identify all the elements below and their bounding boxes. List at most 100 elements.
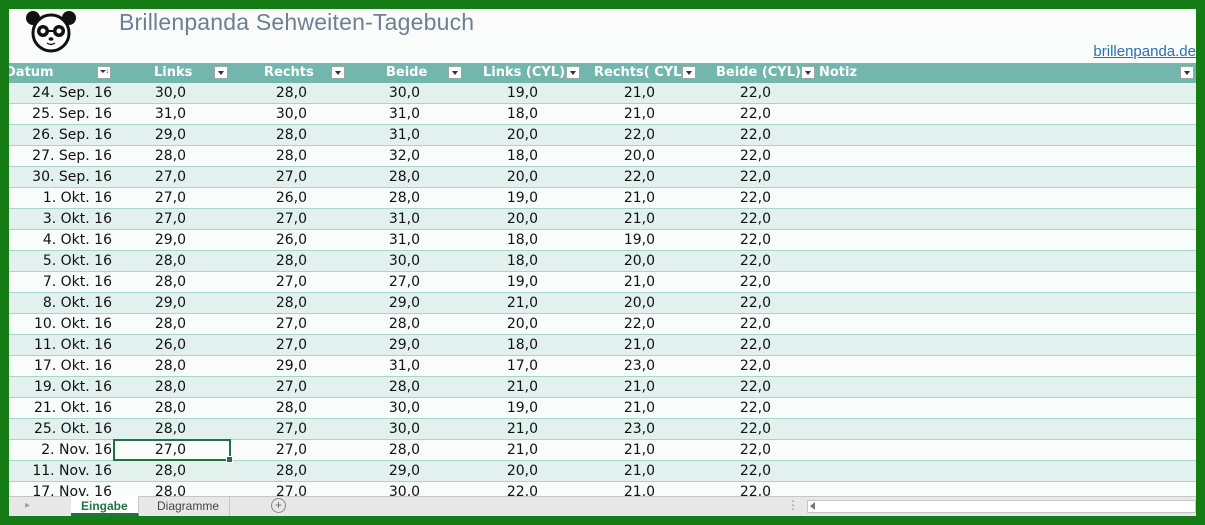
cell-links[interactable]: 29,0: [111, 293, 186, 313]
cell-links-cyl[interactable]: 19,0: [459, 398, 538, 418]
cell-notiz[interactable]: [819, 419, 1189, 439]
cell-beide[interactable]: 28,0: [343, 188, 420, 208]
cell-beide-cyl[interactable]: 22,0: [689, 104, 771, 124]
cell-datum[interactable]: 10. Okt. 16: [9, 314, 112, 334]
cell-links[interactable]: 28,0: [111, 146, 186, 166]
cell-links-cyl[interactable]: 18,0: [459, 104, 538, 124]
cell-beide[interactable]: 30,0: [343, 83, 420, 103]
cell-links-cyl[interactable]: 19,0: [459, 188, 538, 208]
filter-dropdown-icon[interactable]: [682, 66, 696, 79]
cell-links[interactable]: 30,0: [111, 83, 186, 103]
cell-links-cyl[interactable]: 20,0: [459, 125, 538, 145]
cell-notiz[interactable]: [819, 335, 1189, 355]
cell-rechts[interactable]: 26,0: [229, 230, 307, 250]
cell-beide-cyl[interactable]: 22,0: [689, 83, 771, 103]
cell-links-cyl[interactable]: 19,0: [459, 272, 538, 292]
filter-dropdown-icon[interactable]: ↓: [97, 66, 111, 79]
cell-notiz[interactable]: [819, 146, 1189, 166]
cell-links[interactable]: 29,0: [111, 125, 186, 145]
cell-rechts[interactable]: 27,0: [229, 377, 307, 397]
cell-beide[interactable]: 31,0: [343, 230, 420, 250]
cell-datum[interactable]: 2. Nov. 16: [9, 440, 112, 460]
cell-datum[interactable]: 17. Okt. 16: [9, 356, 112, 376]
cell-beide-cyl[interactable]: 22,0: [689, 188, 771, 208]
filter-dropdown-icon[interactable]: [448, 66, 462, 79]
cell-rechts[interactable]: 28,0: [229, 125, 307, 145]
cell-rechts-cyl[interactable]: 21,0: [575, 209, 655, 229]
cell-notiz[interactable]: [819, 377, 1189, 397]
cell-datum[interactable]: 8. Okt. 16: [9, 293, 112, 313]
cell-links-cyl[interactable]: 19,0: [459, 83, 538, 103]
cell-datum[interactable]: 5. Okt. 16: [9, 251, 112, 271]
cell-beide-cyl[interactable]: 22,0: [689, 335, 771, 355]
more-options-icon[interactable]: ⋮: [787, 498, 799, 512]
cell-links[interactable]: 28,0: [111, 314, 186, 334]
cell-rechts-cyl[interactable]: 19,0: [575, 230, 655, 250]
cell-beide[interactable]: 28,0: [343, 314, 420, 334]
cell-beide[interactable]: 31,0: [343, 125, 420, 145]
cell-beide-cyl[interactable]: 22,0: [689, 461, 771, 481]
filter-dropdown-icon[interactable]: [566, 66, 580, 79]
cell-notiz[interactable]: [819, 230, 1189, 250]
cell-notiz[interactable]: [819, 83, 1189, 103]
cell-links[interactable]: 28,0: [111, 251, 186, 271]
cell-links-cyl[interactable]: 18,0: [459, 335, 538, 355]
cell-links-cyl[interactable]: 18,0: [459, 251, 538, 271]
cell-beide[interactable]: 30,0: [343, 419, 420, 439]
cell-rechts[interactable]: 27,0: [229, 167, 307, 187]
cell-datum[interactable]: 1. Okt. 16: [9, 188, 112, 208]
cell-beide[interactable]: 29,0: [343, 293, 420, 313]
cell-rechts-cyl[interactable]: 22,0: [575, 167, 655, 187]
cell-rechts[interactable]: 29,0: [229, 356, 307, 376]
cell-rechts-cyl[interactable]: 21,0: [575, 377, 655, 397]
cell-notiz[interactable]: [819, 104, 1189, 124]
cell-beide[interactable]: 30,0: [343, 251, 420, 271]
cell-rechts[interactable]: 27,0: [229, 272, 307, 292]
cell-beide[interactable]: 28,0: [343, 167, 420, 187]
cell-rechts-cyl[interactable]: 21,0: [575, 440, 655, 460]
cell-rechts-cyl[interactable]: 20,0: [575, 251, 655, 271]
cell-datum[interactable]: 11. Nov. 16: [9, 461, 112, 481]
cell-notiz[interactable]: [819, 125, 1189, 145]
cell-beide-cyl[interactable]: 22,0: [689, 356, 771, 376]
cell-beide-cyl[interactable]: 22,0: [689, 167, 771, 187]
cell-beide-cyl[interactable]: 22,0: [689, 230, 771, 250]
cell-notiz[interactable]: [819, 314, 1189, 334]
cell-links[interactable]: 27,0: [111, 167, 186, 187]
cell-rechts-cyl[interactable]: 20,0: [575, 146, 655, 166]
cell-beide[interactable]: 28,0: [343, 440, 420, 460]
cell-datum[interactable]: 25. Okt. 16: [9, 419, 112, 439]
cell-datum[interactable]: 26. Sep. 16: [9, 125, 112, 145]
cell-notiz[interactable]: [819, 461, 1189, 481]
cell-rechts[interactable]: 30,0: [229, 104, 307, 124]
cell-rechts-cyl[interactable]: 21,0: [575, 398, 655, 418]
cell-notiz[interactable]: [819, 188, 1189, 208]
horizontal-scrollbar[interactable]: [807, 500, 1196, 513]
cell-links-cyl[interactable]: 21,0: [459, 419, 538, 439]
cell-rechts-cyl[interactable]: 23,0: [575, 356, 655, 376]
cell-beide-cyl[interactable]: 22,0: [689, 293, 771, 313]
cell-datum[interactable]: 27. Sep. 16: [9, 146, 112, 166]
cell-rechts-cyl[interactable]: 23,0: [575, 419, 655, 439]
cell-links-cyl[interactable]: 20,0: [459, 167, 538, 187]
cell-links[interactable]: 28,0: [111, 272, 186, 292]
cell-datum[interactable]: 21. Okt. 16: [9, 398, 112, 418]
cell-beide[interactable]: 29,0: [343, 461, 420, 481]
cell-links-cyl[interactable]: 21,0: [459, 293, 538, 313]
cell-datum[interactable]: 24. Sep. 16: [9, 83, 112, 103]
cell-rechts[interactable]: 28,0: [229, 461, 307, 481]
cell-rechts[interactable]: 28,0: [229, 398, 307, 418]
cell-rechts-cyl[interactable]: 22,0: [575, 125, 655, 145]
cell-rechts[interactable]: 28,0: [229, 146, 307, 166]
filter-dropdown-icon[interactable]: [1180, 66, 1194, 79]
cell-rechts-cyl[interactable]: 20,0: [575, 293, 655, 313]
cell-links[interactable]: 28,0: [111, 356, 186, 376]
cell-beide-cyl[interactable]: 22,0: [689, 314, 771, 334]
cell-datum[interactable]: 19. Okt. 16: [9, 377, 112, 397]
tab-scroll-left-icon[interactable]: ▸: [25, 500, 30, 511]
cell-rechts[interactable]: 27,0: [229, 209, 307, 229]
cell-links[interactable]: 27,0: [111, 188, 186, 208]
cell-beide-cyl[interactable]: 22,0: [689, 209, 771, 229]
cell-links-cyl[interactable]: 20,0: [459, 314, 538, 334]
cell-notiz[interactable]: [819, 398, 1189, 418]
